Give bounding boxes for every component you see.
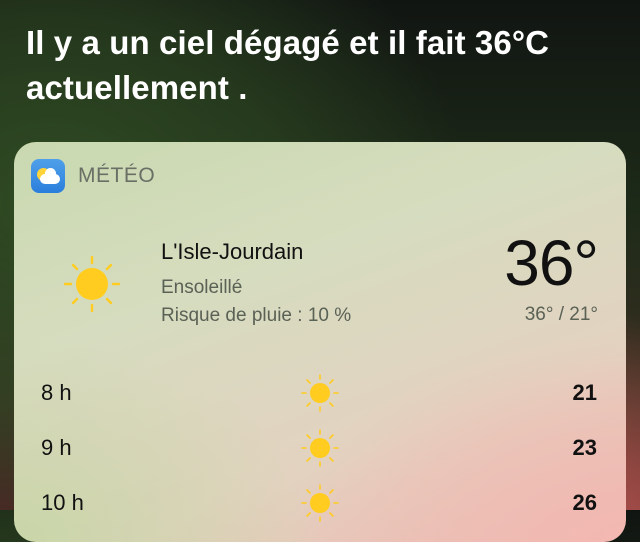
sun-icon xyxy=(301,484,339,522)
hour-temperature: 21 xyxy=(572,380,597,405)
sun-icon xyxy=(301,374,339,412)
temperature-range: 36° / 21° xyxy=(524,304,598,325)
hour-label: 10 h xyxy=(41,490,84,515)
hourly-row: 10 h 26 xyxy=(14,478,626,532)
app-name: MÉTÉO xyxy=(78,164,156,187)
current-temperature: 36° xyxy=(504,227,599,299)
condition-text: Ensoleillé xyxy=(161,277,243,298)
hour-label: 8 h xyxy=(41,380,72,405)
weather-card[interactable]: MÉTÉO L'Isle-Jourdain Ensoleillé Risque … xyxy=(14,142,626,542)
hourly-row: 9 h 23 xyxy=(14,423,626,477)
weather-app-icon xyxy=(31,159,65,193)
sun-icon xyxy=(64,256,120,312)
hour-temperature: 26 xyxy=(572,490,597,515)
hour-temperature: 23 xyxy=(572,435,597,460)
siri-response-text: Il y a un ciel dégagé et il fait 36°C ac… xyxy=(26,24,550,106)
sun-icon xyxy=(301,429,339,467)
hour-label: 9 h xyxy=(41,435,72,460)
card-header: MÉTÉO xyxy=(31,158,155,194)
hourly-row: 8 h 21 xyxy=(14,368,626,422)
rain-chance: Risque de pluie : 10 % xyxy=(161,305,352,326)
location-name: L'Isle-Jourdain xyxy=(161,239,304,264)
